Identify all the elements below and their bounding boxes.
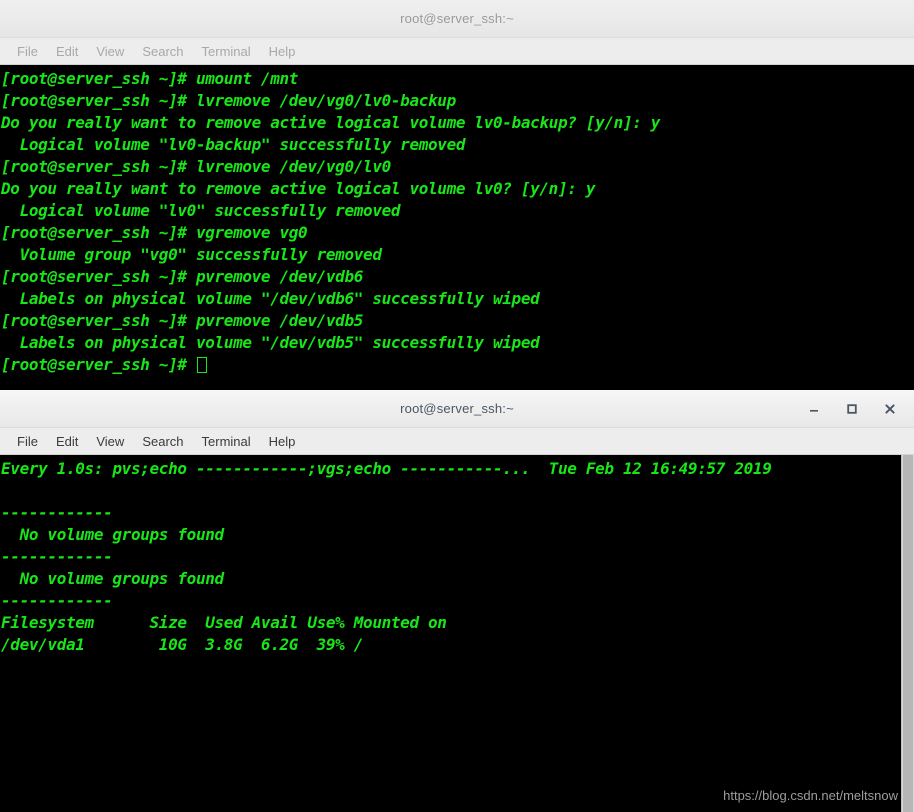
menu-search-top[interactable]: Search <box>133 42 192 61</box>
terminal-line: Do you really want to remove active logi… <box>1 179 596 198</box>
terminal-line: [root@server_ssh ~]# lvremove /dev/vg0/l… <box>1 91 456 110</box>
menu-file-bottom[interactable]: File <box>8 432 47 451</box>
terminal-line: Logical volume "lv0-backup" successfully… <box>1 135 466 154</box>
maximize-button[interactable] <box>844 401 860 417</box>
terminal-line: /dev/vda1 10G 3.8G 6.2G 39% / <box>1 635 364 654</box>
titlebar-bottom[interactable]: root@server_ssh:~ <box>0 390 914 428</box>
terminal-line: Do you really want to remove active logi… <box>1 113 661 132</box>
scrollbar-thumb[interactable] <box>903 455 913 812</box>
titlebar-top[interactable]: root@server_ssh:~ <box>0 0 914 38</box>
terminal-line: Logical volume "lv0" successfully remove… <box>1 201 401 220</box>
terminal-window-bottom[interactable]: root@server_ssh:~ File Edit View Search … <box>0 390 914 812</box>
menubar-bottom[interactable]: File Edit View Search Terminal Help <box>0 428 914 455</box>
terminal-line: [root@server_ssh ~]# umount /mnt <box>1 69 299 88</box>
window-controls[interactable] <box>806 390 906 427</box>
watch-header-line: Every 1.0s: pvs;echo ------------;vgs;ec… <box>1 459 772 478</box>
window-title-bottom: root@server_ssh:~ <box>400 401 514 416</box>
terminal-line: [root@server_ssh ~]# lvremove /dev/vg0/l… <box>1 157 391 176</box>
menu-search-bottom[interactable]: Search <box>133 432 192 451</box>
terminal-line: Labels on physical volume "/dev/vdb5" su… <box>1 333 540 352</box>
terminal-line: [root@server_ssh ~]# pvremove /dev/vdb5 <box>1 311 364 330</box>
close-button[interactable] <box>882 401 898 417</box>
menu-terminal-bottom[interactable]: Terminal <box>193 432 260 451</box>
terminal-line: No volume groups found <box>1 525 225 544</box>
menu-edit-bottom[interactable]: Edit <box>47 432 87 451</box>
terminal-scrollbar[interactable] <box>901 455 914 812</box>
text-cursor <box>196 357 207 373</box>
terminal-output-top[interactable]: [root@server_ssh ~]# umount /mnt [root@s… <box>0 65 914 384</box>
terminal-line: Volume group "vg0" successfully removed <box>1 245 382 264</box>
menu-help-top[interactable]: Help <box>260 42 305 61</box>
terminal-line: [root@server_ssh ~]# pvremove /dev/vdb6 <box>1 267 364 286</box>
window-title-top: root@server_ssh:~ <box>400 11 514 26</box>
terminal-prompt-text: [root@server_ssh ~]# <box>1 355 196 374</box>
terminal-line: ------------ <box>1 547 113 566</box>
terminal-line: No volume groups found <box>1 569 225 588</box>
terminal-output-bottom[interactable]: Every 1.0s: pvs;echo ------------;vgs;ec… <box>0 455 914 812</box>
terminal-line: ------------ <box>1 503 113 522</box>
menu-file-top[interactable]: File <box>8 42 47 61</box>
menu-view-bottom[interactable]: View <box>87 432 133 451</box>
terminal-window-top[interactable]: root@server_ssh:~ File Edit View Search … <box>0 0 914 384</box>
minimize-button[interactable] <box>806 401 822 417</box>
terminal-line: Filesystem Size Used Avail Use% Mounted … <box>1 613 447 632</box>
menu-help-bottom[interactable]: Help <box>260 432 305 451</box>
menu-edit-top[interactable]: Edit <box>47 42 87 61</box>
terminal-prompt-line: [root@server_ssh ~]# <box>1 354 914 376</box>
terminal-line: Labels on physical volume "/dev/vdb6" su… <box>1 289 540 308</box>
terminal-line: ------------ <box>1 591 113 610</box>
desktop-screen: root@server_ssh:~ File Edit View Search … <box>0 0 914 812</box>
menu-terminal-top[interactable]: Terminal <box>193 42 260 61</box>
menu-view-top[interactable]: View <box>87 42 133 61</box>
terminal-line: [root@server_ssh ~]# vgremove vg0 <box>1 223 308 242</box>
menubar-top[interactable]: File Edit View Search Terminal Help <box>0 38 914 65</box>
